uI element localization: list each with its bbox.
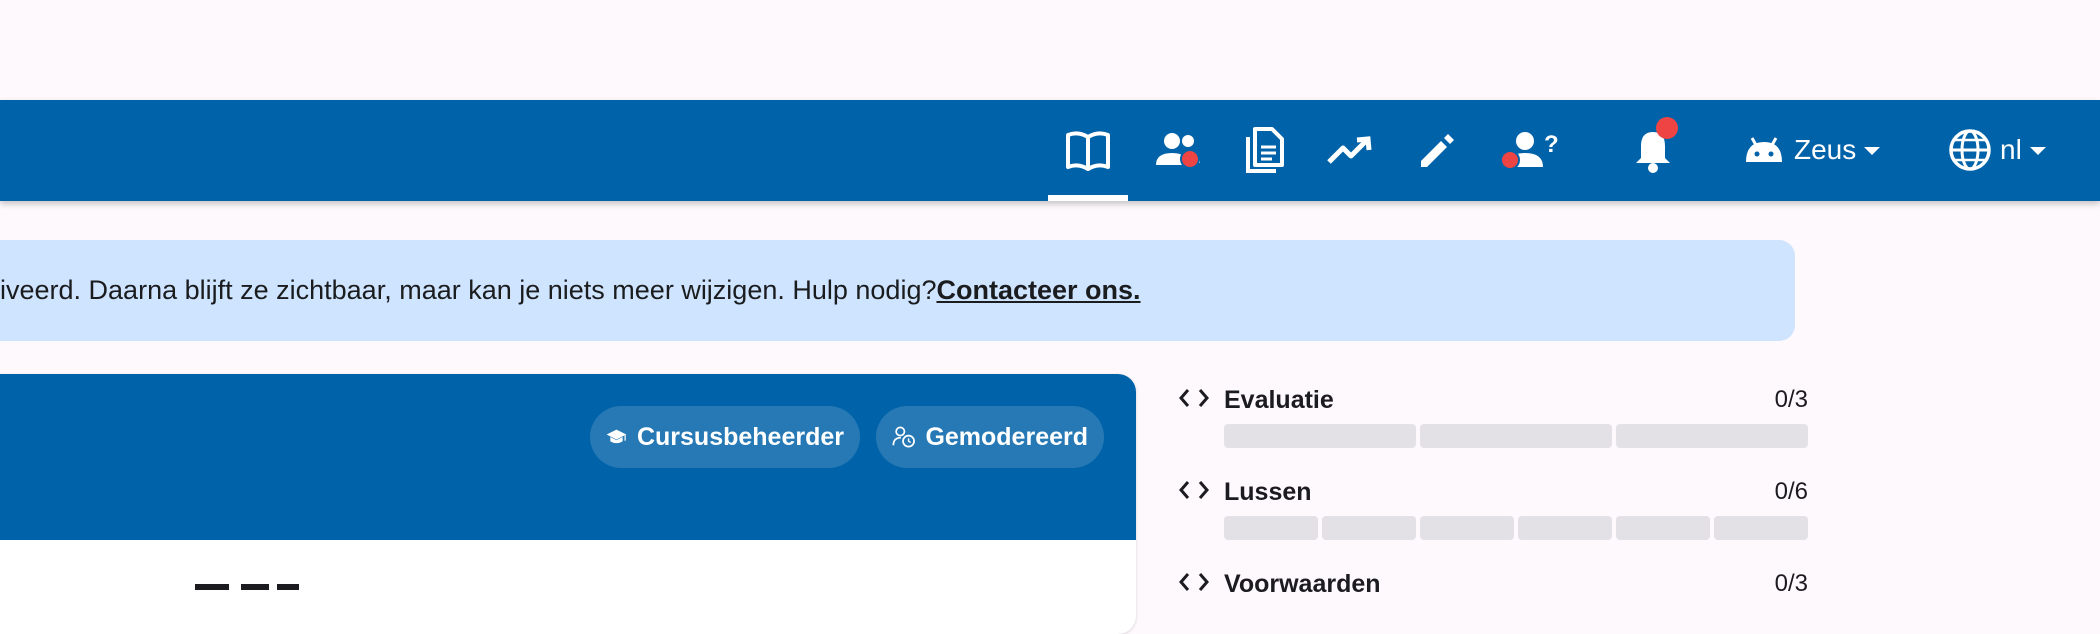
user-clock-icon [892, 426, 915, 448]
code-icon [1178, 478, 1210, 507]
series-name: Evaluatie [1224, 386, 1334, 414]
users-icon[interactable] [1150, 100, 1210, 201]
series-voorwaarden[interactable]: Voorwaarden 0/3 [1178, 570, 1808, 594]
user-menu[interactable]: Zeus [1742, 130, 1881, 170]
series-score: 0/3 [1774, 386, 1808, 413]
moderated-chip[interactable]: Gemodereerd [876, 406, 1104, 468]
contact-link[interactable]: Contacteer ons. [936, 275, 1140, 306]
info-banner: iveerd. Daarna blijft ze zichtbaar, maar… [0, 240, 1795, 341]
series-score: 0/3 [1774, 570, 1808, 594]
questions-badge [1500, 150, 1520, 170]
course-book-icon[interactable] [1048, 100, 1128, 201]
submissions-icon[interactable] [1240, 100, 1290, 201]
question-mark-label: ? [1544, 131, 1559, 158]
code-icon [1178, 386, 1210, 415]
language-menu[interactable]: nl [1948, 129, 2046, 171]
chip-label: Cursusbeheerder [636, 422, 844, 451]
progress-bar [1224, 516, 1808, 540]
notification-badge [1656, 117, 1678, 139]
user-name: Zeus [1794, 134, 1857, 165]
chevron-down-icon [1864, 147, 1881, 155]
bell-icon[interactable] [1628, 100, 1678, 201]
language-label: nl [2000, 134, 2022, 165]
series-evaluatie[interactable]: Evaluatie 0/3 [1178, 386, 1808, 456]
globe-icon [1949, 129, 1991, 171]
statistics-icon[interactable] [1325, 100, 1375, 201]
banner-text: iveerd. Daarna blijft ze zichtbaar, maar… [0, 275, 937, 305]
series-name: Voorwaarden [1224, 570, 1381, 594]
active-tab-indicator [1048, 195, 1128, 201]
series-score: 0/6 [1774, 478, 1808, 505]
course-title-fragment [195, 576, 305, 594]
course-admin-chip[interactable]: Cursusbeheerder [590, 406, 860, 468]
android-icon [1746, 137, 1782, 162]
open-book-icon [1066, 130, 1110, 171]
series-name: Lussen [1224, 478, 1312, 506]
code-icon [1178, 570, 1210, 594]
users-badge [1180, 149, 1200, 169]
chevron-down-icon [2029, 147, 2046, 155]
graduation-cap-icon [606, 429, 627, 444]
series-lussen[interactable]: Lussen 0/6 [1178, 478, 1808, 548]
edit-icon[interactable] [1412, 100, 1462, 201]
progress-bar [1224, 424, 1808, 448]
chip-label: Gemodereerd [925, 422, 1088, 451]
